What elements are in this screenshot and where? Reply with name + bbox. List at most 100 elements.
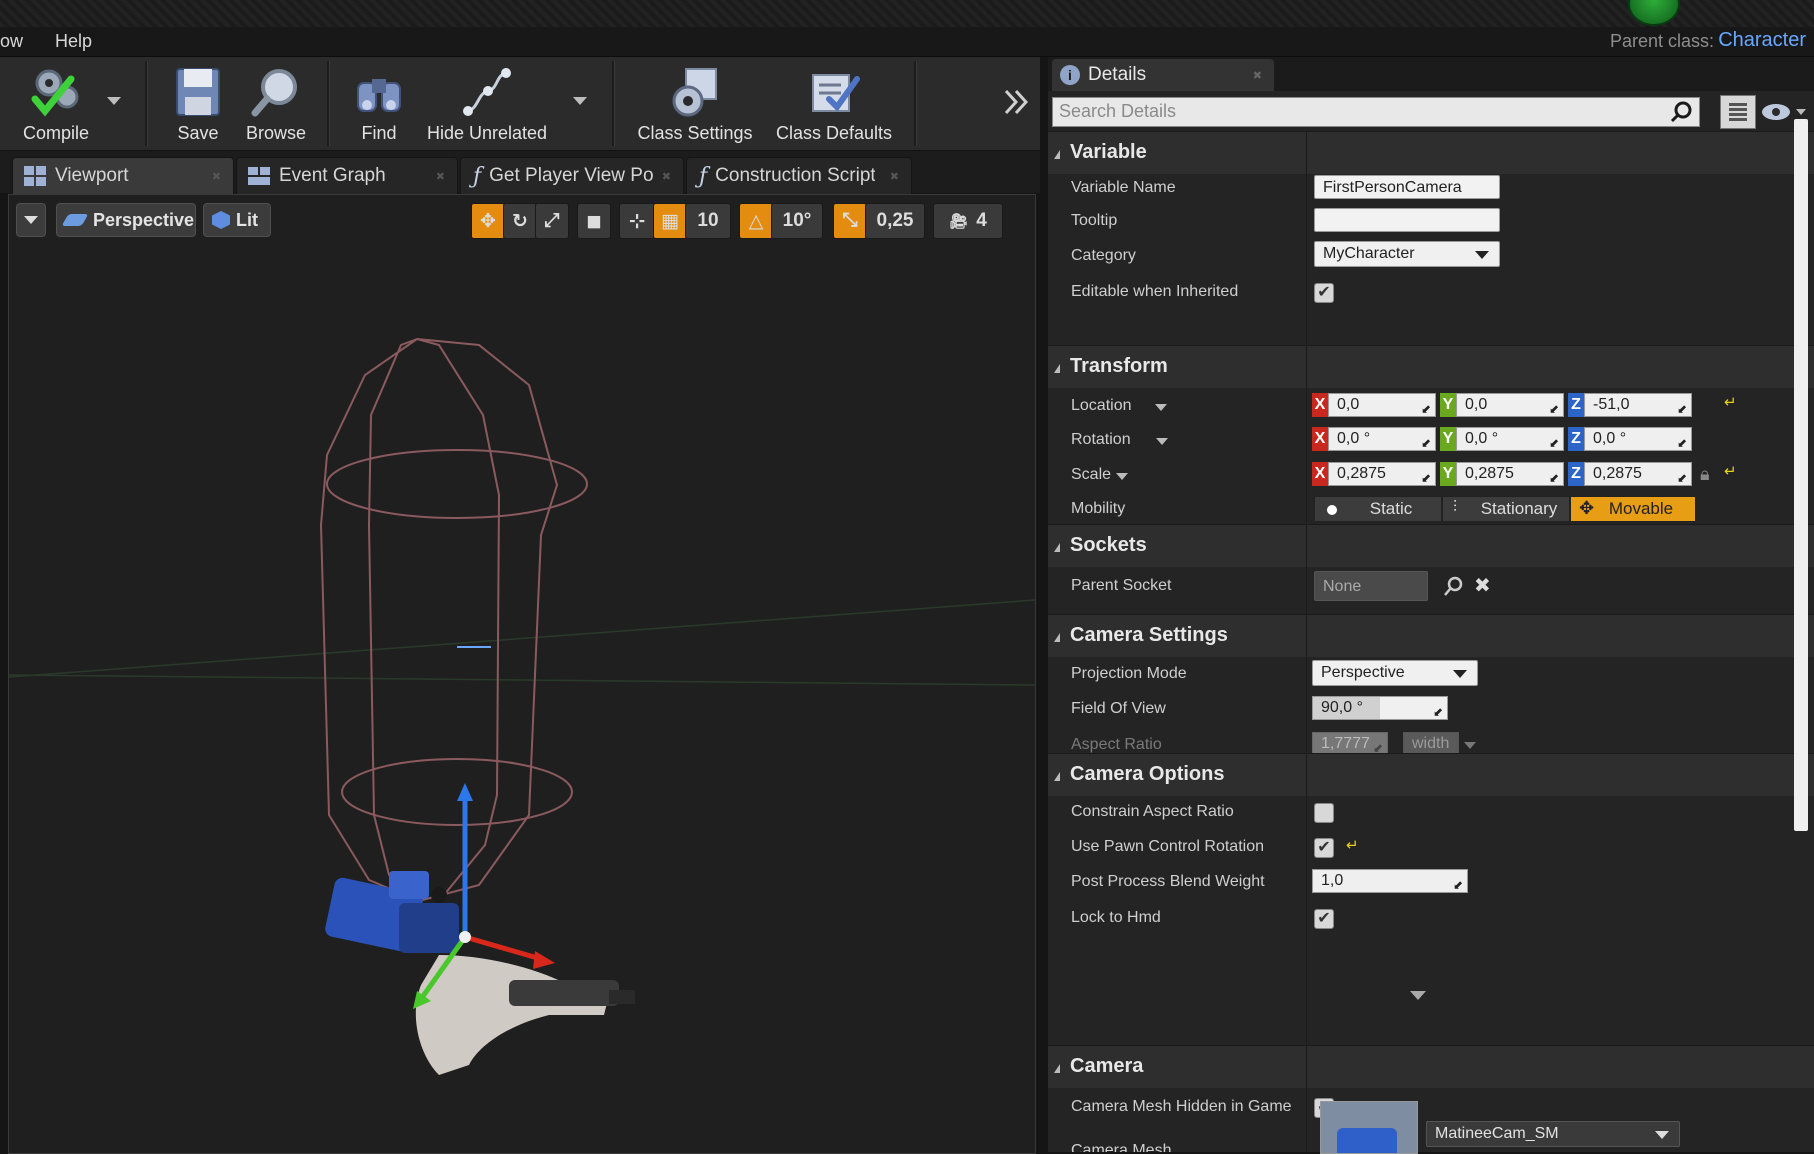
scale-z-input[interactable]: 0,2875 ⬋ (1584, 462, 1692, 486)
section-camera-options-header[interactable]: Camera Options (1048, 753, 1814, 796)
axis-z-label: Z (1568, 427, 1584, 451)
compile-options-dropdown-icon[interactable] (107, 97, 121, 105)
details-panel: i Details ✖ Variable Variable Name First… (1048, 57, 1814, 1154)
location-label[interactable]: Location (1071, 397, 1132, 415)
field-of-view-slider[interactable]: 90,0 ° ⬋ (1312, 696, 1448, 720)
section-title: Variable (1070, 141, 1147, 163)
close-tab-icon[interactable]: ✖ (890, 170, 899, 183)
binoculars-icon (357, 79, 401, 112)
reset-to-default-icon[interactable]: ↵ (1346, 836, 1359, 854)
spin-arrows-icon: ⬋ (1420, 436, 1431, 450)
spin-arrows-icon: ⬋ (1676, 402, 1687, 416)
save-disk-icon (176, 68, 220, 116)
viewport-canvas[interactable]: Perspective Lit ✥ ↻ ⤢ ◼ ⊹ ▦ 10 △ 10° ⤡ 0… (8, 194, 1036, 1154)
parent-class-label: Parent class: (1609, 31, 1714, 51)
camera-mesh-combo[interactable]: MatineeCam_SM (1426, 1121, 1680, 1147)
chevron-down-icon[interactable] (1155, 404, 1167, 411)
category-combo[interactable]: MyCharacter (1314, 241, 1500, 267)
property-matrix-icon (1729, 103, 1747, 121)
class-settings-gear-icon (672, 68, 717, 117)
mobility-stationary-option[interactable]: ⫶ Stationary (1442, 496, 1570, 522)
axis-z-label: Z (1568, 393, 1584, 417)
rotation-z-input[interactable]: 0,0 ° ⬋ (1584, 427, 1692, 451)
compile-button[interactable]: Compile (8, 57, 104, 150)
mobility-static-option[interactable]: Static (1314, 496, 1442, 522)
property-row: Parent Socket None ✖ (1048, 571, 1814, 602)
post-process-blend-input[interactable]: 1,0 ⬋ (1312, 869, 1468, 893)
tab-construction-script[interactable]: ƒ Construction Script ✖ (686, 157, 912, 194)
section-sockets-header[interactable]: Sockets (1048, 524, 1814, 567)
tab-get-player-view-point[interactable]: ƒ Get Player View Po ✖ (460, 157, 684, 194)
property-row: Lock to Hmd ✔ (1048, 903, 1814, 934)
search-details-input[interactable] (1053, 98, 1665, 124)
property-matrix-button[interactable] (1720, 95, 1756, 129)
tab-event-graph[interactable]: Event Graph ✖ (236, 157, 458, 194)
property-row: Use Pawn Control Rotation ✔ ↵ (1048, 832, 1814, 863)
section-transform-header[interactable]: Transform (1048, 345, 1814, 388)
tooltip-input[interactable] (1314, 208, 1500, 232)
lock-scale-icon[interactable]: 🔒︎ (1700, 464, 1710, 485)
chevron-down-icon (1475, 251, 1489, 259)
menu-help[interactable]: Help (55, 31, 92, 52)
browse-button[interactable]: Browse (236, 57, 316, 150)
variable-name-input[interactable]: FirstPersonCamera (1314, 175, 1500, 199)
section-variable-header[interactable]: Variable (1048, 131, 1814, 174)
section-camera-header[interactable]: Camera (1048, 1045, 1814, 1088)
parent-socket-field[interactable]: None (1314, 571, 1428, 601)
column-splitter[interactable] (1306, 131, 1307, 345)
collapse-triangle-icon (1054, 1064, 1060, 1073)
hide-unrelated-dropdown-icon[interactable] (573, 97, 587, 105)
location-x-input[interactable]: 0,0 ⬋ (1328, 393, 1436, 417)
lock-to-hmd-checkbox[interactable]: ✔ (1314, 909, 1334, 929)
details-scrollbar[interactable] (1794, 119, 1808, 831)
close-tab-icon[interactable]: ✖ (1253, 69, 1262, 82)
section-camera-settings-header[interactable]: Camera Settings (1048, 614, 1814, 657)
tab-function-label: Get Player View Po (489, 165, 654, 186)
reset-to-default-icon[interactable]: ↵ (1724, 462, 1737, 480)
toolbar-overflow-chevron-icon[interactable] (1002, 87, 1030, 117)
hide-unrelated-button[interactable]: Hide Unrelated (426, 57, 548, 150)
location-z-input[interactable]: -51,0 ⬋ (1584, 393, 1692, 417)
search-details-field[interactable] (1052, 97, 1700, 127)
editable-inherited-checkbox[interactable]: ✔ (1314, 283, 1334, 303)
chevron-down-icon[interactable] (1116, 473, 1128, 480)
class-defaults-button[interactable]: Class Defaults (772, 57, 896, 150)
location-y-input[interactable]: 0,0 ⬋ (1456, 393, 1564, 417)
spin-arrows-icon: ⬋ (1420, 402, 1431, 416)
close-tab-icon[interactable]: ✖ (436, 170, 445, 183)
spin-arrows-icon: ⬋ (1676, 471, 1687, 485)
toolbar-separator (327, 61, 330, 146)
find-button[interactable]: Find (340, 57, 418, 150)
rotation-y-input[interactable]: 0,0 ° ⬋ (1456, 427, 1564, 451)
chevron-down-icon[interactable] (1156, 438, 1168, 445)
property-row: Constrain Aspect Ratio (1048, 797, 1814, 828)
tab-viewport[interactable]: Viewport ✖ (12, 157, 234, 194)
close-tab-icon[interactable]: ✖ (212, 170, 221, 183)
scale-y-input[interactable]: 0,2875 ⬋ (1456, 462, 1564, 486)
menu-window[interactable]: ow (0, 31, 23, 52)
field-of-view-label: Field Of View (1071, 700, 1166, 717)
scale-x-input[interactable]: 0,2875 ⬋ (1328, 462, 1436, 486)
spin-arrows-icon: ⬋ (1548, 436, 1559, 450)
rotation-x-input[interactable]: 0,0 ° ⬋ (1328, 427, 1436, 451)
projection-mode-combo[interactable]: Perspective (1312, 660, 1478, 686)
advanced-expander[interactable] (1048, 991, 1814, 1001)
rotation-label[interactable]: Rotation (1071, 431, 1131, 449)
constrain-aspect-checkbox[interactable] (1314, 803, 1334, 823)
use-pawn-control-checkbox[interactable]: ✔ (1314, 838, 1334, 858)
parent-class-link[interactable]: Character (1718, 29, 1806, 52)
browse-socket-search-icon[interactable] (1442, 576, 1464, 598)
mobility-movable-option[interactable]: ✥ Movable (1570, 496, 1696, 522)
scale-label[interactable]: Scale (1071, 466, 1111, 484)
reset-to-default-icon[interactable]: ↵ (1724, 393, 1737, 411)
clear-socket-close-icon[interactable]: ✖ (1474, 573, 1491, 598)
camera-mesh-thumbnail[interactable] (1320, 1101, 1418, 1154)
save-button[interactable]: Save (160, 57, 236, 150)
class-settings-button[interactable]: Class Settings (630, 57, 760, 150)
collapse-triangle-icon (1054, 364, 1060, 373)
category-label: Category (1071, 247, 1136, 264)
close-tab-icon[interactable]: ✖ (662, 170, 671, 183)
property-row: Tooltip (1048, 206, 1814, 237)
tab-details[interactable]: i Details ✖ (1052, 59, 1274, 91)
variable-name-label: Variable Name (1071, 179, 1176, 196)
